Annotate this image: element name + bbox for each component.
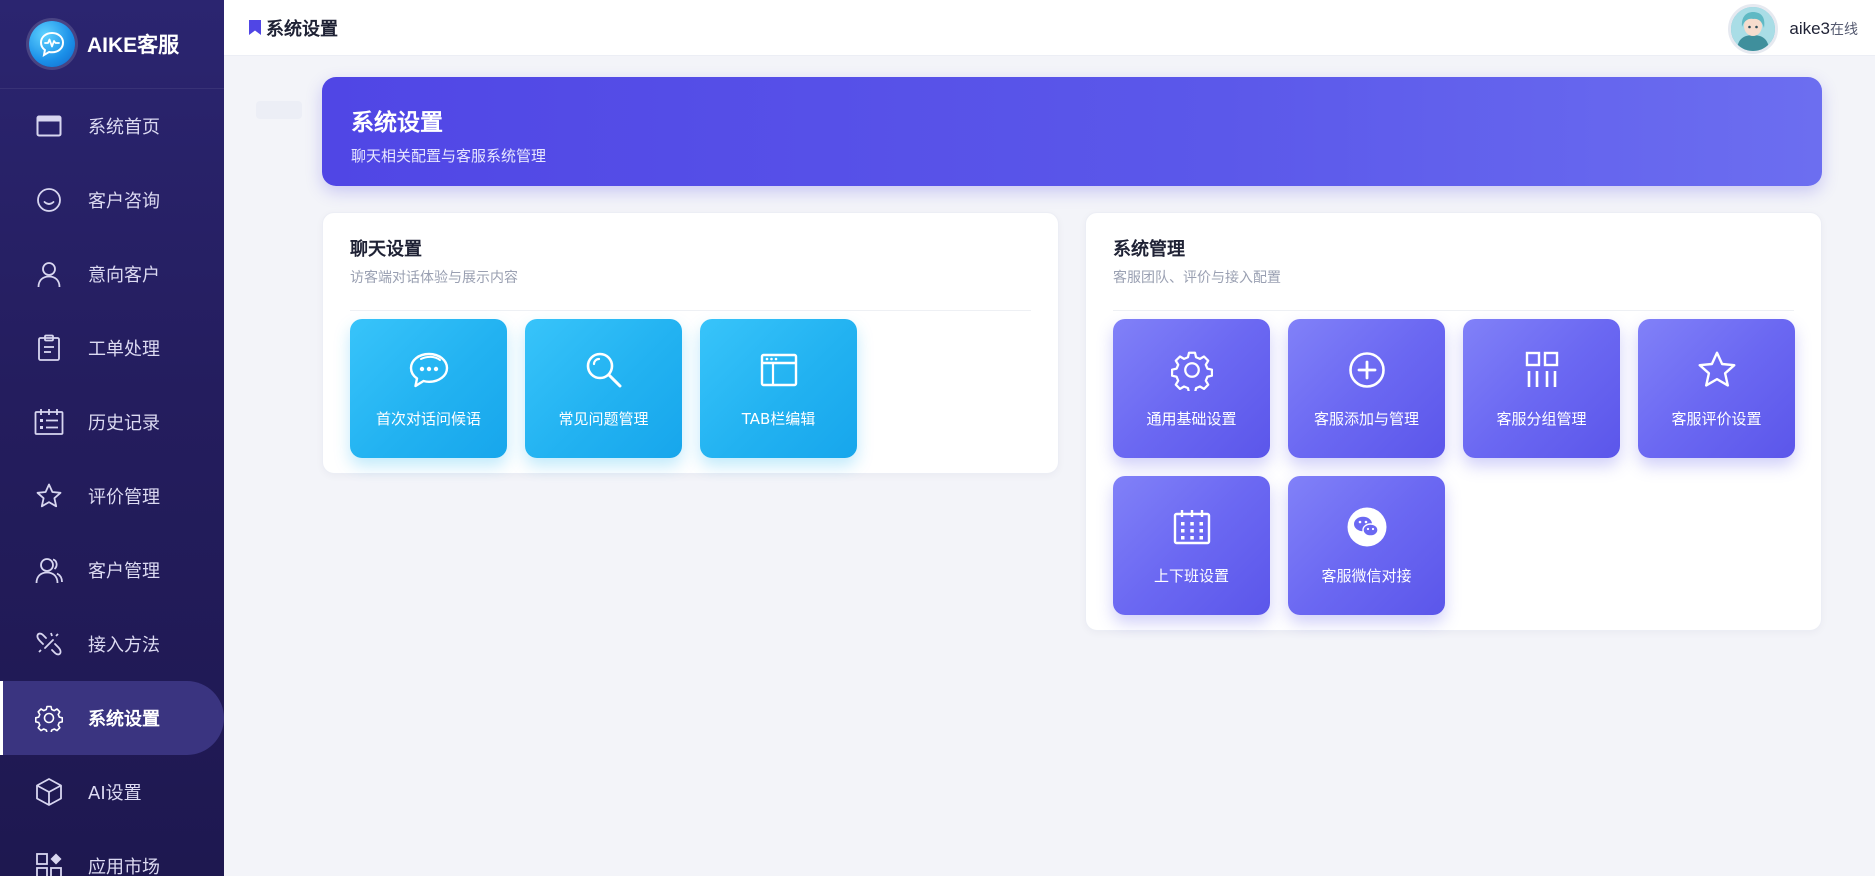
clipboard-icon [34, 333, 64, 363]
sidebar-item-history[interactable]: 历史记录 [0, 385, 224, 459]
panel-subtitle: 客服团队、评价与接入配置 [1113, 270, 1281, 286]
breadcrumb: 系统设置 [249, 15, 338, 41]
sidebar-item-ai[interactable]: AI设置 [0, 755, 224, 829]
search-icon [582, 348, 626, 392]
sidebar-item-label: 系统首页 [88, 117, 160, 138]
panel-subtitle: 访客端对话体验与展示内容 [350, 270, 518, 286]
group-columns-icon [1520, 348, 1564, 392]
sidebar-item-label: 系统设置 [88, 709, 160, 730]
sidebar-item-label: 评价管理 [88, 487, 160, 508]
tile-label: 上下班设置 [1153, 567, 1229, 585]
sidebar-item-label: 历史记录 [88, 413, 160, 434]
star-icon [34, 481, 64, 511]
sidebar-item-consult[interactable]: 客户咨询 [0, 163, 224, 237]
calendar-icon [1170, 505, 1214, 549]
link-icon [34, 629, 64, 659]
tile-label: 客服微信对接 [1321, 567, 1412, 585]
sidebar-item-settings[interactable]: 系统设置 [0, 681, 224, 755]
tile-label: 通用基础设置 [1146, 410, 1237, 428]
smile-chat-icon [34, 185, 64, 215]
tile-label: 客服分组管理 [1496, 410, 1587, 428]
tile-label: TAB栏编辑 [741, 410, 816, 428]
star-icon [1695, 348, 1739, 392]
sidebar-item-home[interactable]: 系统首页 [0, 89, 224, 163]
panel-header: 系统管理 客服团队、评价与接入配置 [1113, 235, 1794, 311]
panel-header: 聊天设置 访客端对话体验与展示内容 [350, 235, 1031, 311]
tile-tab-bar-edit[interactable]: TAB栏编辑 [700, 319, 857, 458]
sidebar-item-reviews[interactable]: 评价管理 [0, 459, 224, 533]
sidebar-item-label: AI设置 [88, 783, 142, 804]
sidebar-item-integration[interactable]: 接入方法 [0, 607, 224, 681]
brand-logo-icon [29, 21, 75, 67]
chat-settings-panel: 聊天设置 访客端对话体验与展示内容 首次对话问候语 常见问题管理 TAB栏编辑 [322, 212, 1059, 474]
top-header: 系统设置 aike3 在线 [224, 0, 1875, 56]
plus-circle-icon [1345, 348, 1389, 392]
tile-label: 客服添加与管理 [1313, 410, 1419, 428]
user-menu[interactable]: aike3 在线 [1728, 4, 1858, 54]
tile-agent-add-manage[interactable]: 客服添加与管理 [1288, 319, 1445, 458]
bookmark-icon [249, 20, 261, 35]
tile-agent-rating-settings[interactable]: 客服评价设置 [1638, 319, 1795, 458]
sidebar-item-tickets[interactable]: 工单处理 [0, 311, 224, 385]
sidebar-item-label: 工单处理 [88, 339, 160, 360]
sidebar-item-leads[interactable]: 意向客户 [0, 237, 224, 311]
breadcrumb-current: 系统设置 [266, 18, 338, 40]
tile-label: 客服评价设置 [1671, 410, 1762, 428]
brand-name: AIKE客服 [87, 34, 180, 57]
sidebar: AIKE客服 系统首页 客户咨询 意向客户 工单处理 历史记录 评价管理 客户管… [0, 0, 224, 876]
brand[interactable]: AIKE客服 [0, 0, 224, 89]
sidebar-item-label: 应用市场 [88, 857, 160, 876]
tile-agent-wechat-integration[interactable]: 客服微信对接 [1288, 476, 1445, 615]
apps-icon [34, 851, 64, 876]
cube-icon [34, 777, 64, 807]
window-icon [34, 111, 64, 141]
placeholder-pill [256, 101, 302, 119]
user-icon [34, 259, 64, 289]
sidebar-item-label: 客户管理 [88, 561, 160, 582]
gear-icon [34, 703, 64, 733]
tile-first-greeting[interactable]: 首次对话问候语 [350, 319, 507, 458]
panel-title: 聊天设置 [350, 239, 422, 260]
user-name: aike3 [1789, 19, 1830, 38]
browser-window-icon [757, 348, 801, 392]
page-banner: 系统设置 聊天相关配置与客服系统管理 [322, 77, 1822, 186]
sidebar-item-label: 客户咨询 [88, 191, 160, 212]
page-title: 系统设置 [351, 110, 443, 136]
panel-title: 系统管理 [1113, 239, 1185, 260]
page-subtitle: 聊天相关配置与客服系统管理 [351, 147, 547, 165]
tile-general-settings[interactable]: 通用基础设置 [1113, 319, 1270, 458]
sidebar-nav: 系统首页 客户咨询 意向客户 工单处理 历史记录 评价管理 客户管理 接入方法 … [0, 89, 224, 876]
tile-faq-management[interactable]: 常见问题管理 [525, 319, 682, 458]
gear-icon [1170, 348, 1214, 392]
sidebar-item-label: 意向客户 [88, 265, 160, 286]
wechat-icon [1345, 505, 1389, 549]
user-status: 在线 [1830, 22, 1858, 38]
users-icon [34, 555, 64, 585]
sidebar-item-label: 接入方法 [88, 635, 160, 656]
calendar-list-icon [34, 407, 64, 437]
sidebar-item-market[interactable]: 应用市场 [0, 829, 224, 876]
tile-label: 首次对话问候语 [375, 410, 481, 428]
chat-dots-icon [407, 348, 451, 392]
tile-work-hours-settings[interactable]: 上下班设置 [1113, 476, 1270, 615]
tile-label: 常见问题管理 [558, 410, 649, 428]
sidebar-item-customers[interactable]: 客户管理 [0, 533, 224, 607]
system-management-panel: 系统管理 客服团队、评价与接入配置 通用基础设置 客服添加与管理 客服分组管理 … [1085, 212, 1822, 631]
avatar[interactable] [1728, 4, 1779, 54]
tile-agent-group-manage[interactable]: 客服分组管理 [1463, 319, 1620, 458]
